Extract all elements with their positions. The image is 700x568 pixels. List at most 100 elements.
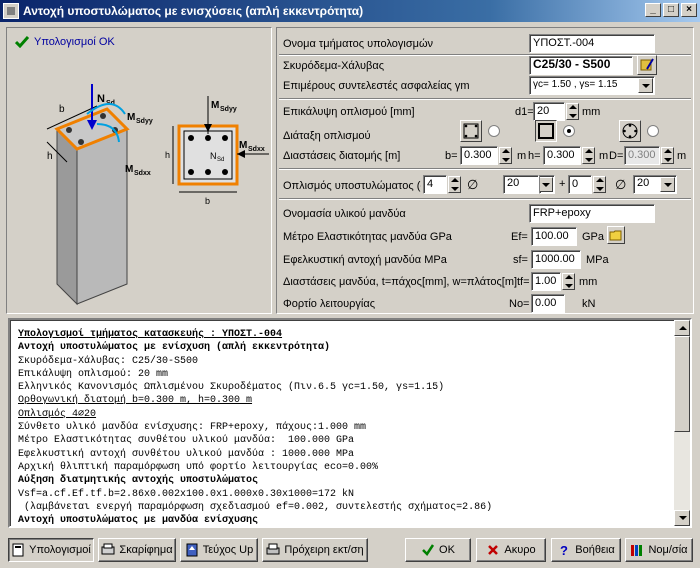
results-line: (λαμβάνεται ενεργή παραμόρφωση σχεδιασμο… <box>18 501 493 513</box>
calc-name-input[interactable]: ΥΠΟΣΤ.-004 <box>529 34 655 53</box>
maximize-button[interactable]: □ <box>663 3 679 17</box>
h-spinner[interactable] <box>582 147 595 164</box>
section-n-label: N <box>210 151 217 161</box>
b-input[interactable]: 0.300 <box>460 146 498 165</box>
rect-section-4bar-icon <box>463 123 479 139</box>
scroll-thumb[interactable] <box>674 336 690 432</box>
rebar-count1-spinner[interactable] <box>448 176 461 193</box>
rebar-plus: + <box>559 178 566 190</box>
draft-print-label: Πρόχειρη εκτ/ση <box>284 544 364 556</box>
msdxx-label: M <box>125 164 133 175</box>
d-prefix: D= <box>609 150 624 162</box>
results-line: Υπολογισμοί τμήματος κατασκευής : ΥΠΟΣΤ.… <box>18 329 283 340</box>
safety-factors-select[interactable]: γc= 1.50 , γs= 1.15 <box>529 76 655 95</box>
app-icon <box>3 3 19 19</box>
cover-label: Επικάλυψη οπλισμού [mm] <box>283 106 415 118</box>
sketch-button[interactable]: Σκαρίφημα <box>98 538 176 562</box>
chevron-down-icon[interactable] <box>638 78 653 93</box>
rebar-label: Οπλισμός υποστυλώματος (συνολικό <box>283 180 421 192</box>
legislation-button[interactable]: Νομ/σία <box>625 538 693 562</box>
d-input[interactable]: 0.300 <box>624 146 660 165</box>
ef-input[interactable]: 100.00 <box>531 227 577 246</box>
tf-input[interactable]: 1.00 <box>531 272 561 291</box>
help-icon: ? <box>560 543 568 557</box>
ef-label: Μέτρο Ελαστικότητας μανδύα GPa <box>283 231 452 243</box>
section-mx-label: M <box>239 140 247 151</box>
cover-spinner[interactable] <box>566 103 579 120</box>
jacket-name-input[interactable]: FRP+epoxy <box>529 204 655 223</box>
minimize-button[interactable]: _ <box>645 3 661 17</box>
divider <box>279 198 691 200</box>
section-mx-sub: Sdxx <box>248 146 265 153</box>
materials-value: C25/30 - S500 <box>533 57 611 71</box>
b-unit: m <box>517 150 527 162</box>
tf-prefix: tf= <box>517 276 530 288</box>
rebar-count1-input[interactable]: 4 <box>423 175 447 194</box>
printer-icon <box>266 543 280 555</box>
ef-browse-button[interactable] <box>607 226 625 244</box>
edit-icon <box>640 58 654 71</box>
layout-circular-radio[interactable] <box>647 125 659 137</box>
no-input[interactable]: 0.00 <box>531 294 565 313</box>
cancel-label: Ακυρο <box>504 544 536 556</box>
rebar-dia1-value: 20 <box>507 177 520 189</box>
h-input[interactable]: 0.300 <box>543 146 581 165</box>
draft-print-button[interactable]: Πρόχειρη εκτ/ση <box>262 538 368 562</box>
sf-input[interactable]: 1000.00 <box>531 250 581 269</box>
h-prefix: h= <box>528 150 541 162</box>
rebar-dia2-select[interactable]: 20 <box>633 175 677 194</box>
calculate-button[interactable]: Υπολογισμοί <box>8 538 94 562</box>
layout-circular-button[interactable] <box>619 120 641 142</box>
results-line: Σύνθετο υλικό μανδύα ενίσχυσης: FRP+epox… <box>18 422 367 434</box>
cancel-button[interactable]: Ακυρο <box>476 538 546 562</box>
calculate-label: Υπολογισμοί <box>29 544 91 556</box>
layout-rect-4bar-radio[interactable] <box>488 125 500 137</box>
rebar-count2-input[interactable]: 0 <box>568 175 592 194</box>
scroll-up-arrow-icon[interactable] <box>674 320 690 336</box>
results-text-area[interactable]: Υπολογισμοί τμήματος κατασκευής : ΥΠΟΣΤ.… <box>8 318 692 528</box>
tf-spinner[interactable] <box>562 273 575 290</box>
materials-edit-button[interactable] <box>637 55 657 75</box>
layout-rect-radio[interactable] <box>563 125 575 137</box>
phi-symbol-2: ∅ <box>615 177 627 192</box>
rebar-count2-spinner[interactable] <box>593 176 606 193</box>
rebar-dia1-select[interactable]: 20 <box>503 175 539 194</box>
close-button[interactable]: × <box>681 3 697 17</box>
layout-rect-4bar-button[interactable] <box>460 120 482 142</box>
cover-unit: mm <box>582 106 601 118</box>
layout-rect-button[interactable] <box>535 120 557 142</box>
phi-symbol-1: ∅ <box>467 177 479 192</box>
chevron-down-icon[interactable] <box>540 177 553 192</box>
divider <box>279 98 691 100</box>
chevron-down-icon[interactable] <box>660 177 675 192</box>
report-up-button[interactable]: Τεύχος Up <box>180 538 258 562</box>
ok-icon <box>422 544 435 556</box>
msdxx-sub: Sdxx <box>134 170 151 177</box>
window-titlebar[interactable]: Αντοχή υποστυλώματος με ενισχύσεις (απλή… <box>0 0 700 22</box>
ef-unit: GPa <box>582 231 605 243</box>
scroll-down-arrow-icon[interactable] <box>674 510 690 526</box>
divider <box>279 168 691 170</box>
d-spinner[interactable] <box>661 147 674 164</box>
results-line: Μέτρο Ελαστικότητας συνθέτου υλικού μανδ… <box>18 435 355 447</box>
h-unit: m <box>599 150 609 162</box>
b-spinner[interactable] <box>499 147 512 164</box>
cancel-icon <box>488 545 499 555</box>
tf-unit: mm <box>579 276 598 288</box>
ok-button[interactable]: ΟΚ <box>405 538 471 562</box>
materials-label: Σκυρόδεμα-Χάλυβας <box>283 60 385 72</box>
section-my-sub: Sdyy <box>220 106 237 113</box>
ef-prefix: Ef= <box>511 231 528 243</box>
report-up-label: Τεύχος Up <box>202 544 254 556</box>
help-button[interactable]: ? Βοήθεια <box>551 538 621 562</box>
svg-text:?: ? <box>560 543 568 557</box>
rebar-dia1-dropdown[interactable] <box>539 175 555 194</box>
results-line: Οπλισμός 4∅20 <box>18 408 97 420</box>
materials-select[interactable]: C25/30 - S500 <box>529 56 633 75</box>
cover-input[interactable]: 20 <box>533 102 565 121</box>
results-scrollbar[interactable] <box>674 320 690 526</box>
legislation-label: Νομ/σία <box>648 544 688 556</box>
d-unit: m <box>677 150 687 162</box>
tf-label: Διαστάσεις μανδύα, t=πάχος[mm], w=πλάτος… <box>283 276 518 288</box>
sf-unit: MPa <box>586 254 609 266</box>
